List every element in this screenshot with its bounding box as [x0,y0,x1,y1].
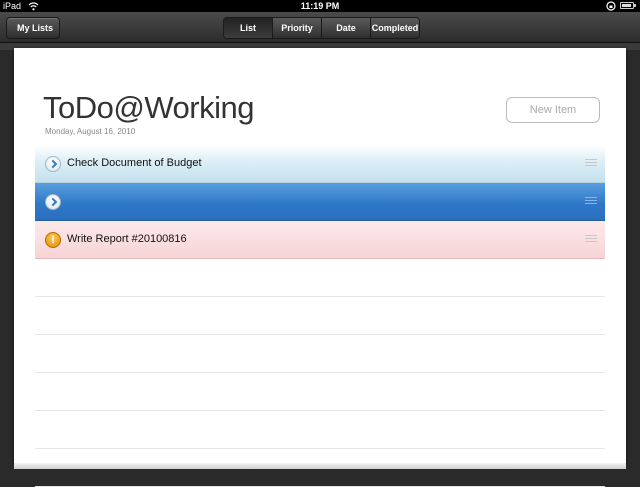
segment-date[interactable]: Date [321,18,370,38]
segment-priority[interactable]: Priority [272,18,321,38]
chevron-right-icon[interactable] [45,156,61,172]
todo-row[interactable]: Write Report #20100816 [35,221,605,259]
segment-list[interactable]: List [224,18,272,38]
empty-row[interactable] [35,259,605,297]
todo-row[interactable] [35,183,605,221]
battery-icon [620,2,636,9]
reorder-grip-icon[interactable] [585,235,597,244]
todo-label: Check Document of Budget [67,157,202,169]
status-time: 11:19 PM [300,1,340,11]
empty-row[interactable] [35,411,605,449]
empty-row[interactable] [35,449,605,487]
list-date: Monday, August 16, 2010 [45,127,136,136]
my-lists-button[interactable]: My Lists [6,17,61,39]
todo-label: Write Report #20100816 [67,233,187,245]
alert-icon[interactable] [45,232,61,248]
new-item-button[interactable]: New Item [506,97,600,123]
toolbar: My Lists List Priority Date Completed [0,12,640,43]
empty-row[interactable] [35,373,605,411]
status-bar: iPad 11:19 PM [0,0,640,12]
empty-row[interactable] [35,297,605,335]
segment-completed[interactable]: Completed [370,18,419,38]
reorder-grip-icon[interactable] [585,197,597,206]
empty-row[interactable] [35,335,605,373]
todo-list: Check Document of Budget Write Report #2… [35,145,605,487]
reorder-grip-icon[interactable] [585,159,597,168]
battery-level [622,4,631,7]
orientation-lock-icon [606,1,616,11]
todo-row[interactable]: Check Document of Budget [35,145,605,183]
chevron-right-icon[interactable] [45,194,61,210]
sort-segmented-control: List Priority Date Completed [223,17,420,39]
list-title: ToDo@Working [43,90,254,125]
